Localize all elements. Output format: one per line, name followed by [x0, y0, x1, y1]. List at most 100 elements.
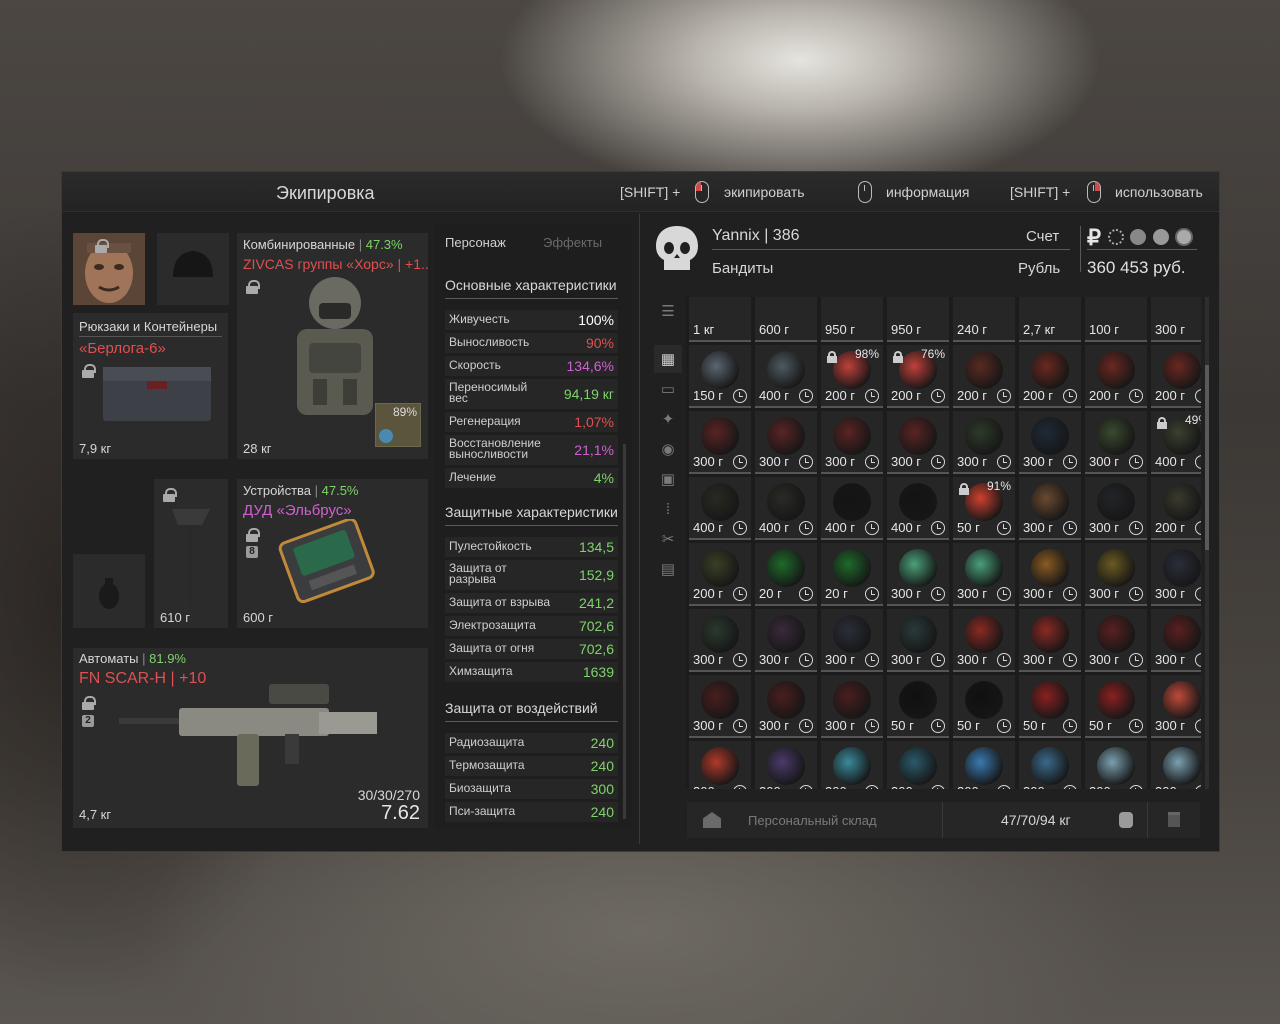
- storage-box-icon[interactable]: [703, 812, 721, 828]
- grenade-slot[interactable]: [73, 554, 145, 628]
- inventory-item[interactable]: 300 г: [755, 411, 817, 474]
- weapon-slot[interactable]: Автоматы | 81.9% FN SCAR-H | +10 2 30/30…: [73, 648, 428, 828]
- character-portrait[interactable]: [73, 233, 145, 305]
- inventory-item[interactable]: 20 г: [821, 543, 883, 606]
- category-list-icon[interactable]: ☰: [654, 297, 682, 325]
- category-device-icon[interactable]: ▣: [654, 465, 682, 493]
- inventory-item[interactable]: 200 г: [1151, 345, 1201, 408]
- tab-character[interactable]: Персонаж: [445, 235, 506, 250]
- inventory-item[interactable]: 1 кг: [689, 297, 751, 342]
- inventory-item[interactable]: 300 г: [755, 609, 817, 672]
- inventory-item[interactable]: 2,7 кг: [1019, 297, 1081, 342]
- category-armor-icon[interactable]: ▭: [654, 375, 682, 403]
- inventory-item[interactable]: 400 г: [887, 477, 949, 540]
- inventory-item[interactable]: 300 г: [1019, 411, 1081, 474]
- armor-container-badge: 89%: [375, 403, 421, 447]
- inventory-item[interactable]: 300 г: [1151, 675, 1201, 738]
- inventory-item[interactable]: 200 г: [953, 345, 1015, 408]
- armor-slot[interactable]: Комбинированные | 47.3% ZIVCAS группы «Х…: [237, 233, 429, 459]
- inventory-item[interactable]: 300 г: [755, 675, 817, 738]
- tab-effects[interactable]: Эффекты: [543, 235, 602, 250]
- inventory-item[interactable]: 300 г: [821, 675, 883, 738]
- inventory-item[interactable]: 240 г: [953, 297, 1015, 342]
- inventory-item[interactable]: 200 г: [1085, 345, 1147, 408]
- inventory-item[interactable]: 300 г: [1019, 543, 1081, 606]
- pine-currency-icon[interactable]: [1153, 229, 1169, 245]
- category-tools-icon[interactable]: ✂: [654, 525, 682, 553]
- inventory-item[interactable]: 300 г: [1085, 543, 1147, 606]
- player-name: Yannix: [712, 227, 760, 244]
- inventory-item[interactable]: 300 г: [689, 411, 751, 474]
- device-slot[interactable]: Устройства | 47.5% ДУД «Эльбрус» 8 600 г: [237, 479, 428, 628]
- inventory-item[interactable]: 300 г: [887, 609, 949, 672]
- inventory-item[interactable]: 300 г: [689, 741, 751, 789]
- container-slot[interactable]: Рюкзаки и Контейнеры «Берлога-6» 7,9 кг: [73, 313, 228, 459]
- inventory-item[interactable]: 50 г: [953, 675, 1015, 738]
- inventory-item[interactable]: 300 г: [1085, 411, 1147, 474]
- inventory-item[interactable]: 49% 400 г: [1151, 411, 1201, 474]
- inventory-item[interactable]: 400 г: [821, 477, 883, 540]
- flower-currency-icon[interactable]: [1130, 229, 1146, 245]
- inventory-item[interactable]: 300 г: [1151, 741, 1201, 789]
- gear-currency-icon[interactable]: [1108, 229, 1124, 245]
- inventory-item[interactable]: 50 г: [1019, 675, 1081, 738]
- inventory-item[interactable]: 300 г: [821, 411, 883, 474]
- category-weapon-icon[interactable]: ✦: [654, 405, 682, 433]
- scrollbar-thumb[interactable]: [1205, 365, 1209, 550]
- inventory-item[interactable]: 300 г: [953, 609, 1015, 672]
- inventory-item[interactable]: 300 г: [887, 411, 949, 474]
- inventory-item[interactable]: 300 г: [953, 741, 1015, 789]
- inventory-item[interactable]: 300 г: [1085, 609, 1147, 672]
- clock-icon: [865, 653, 879, 667]
- inventory-item[interactable]: 200 г: [1019, 345, 1081, 408]
- inventory-item[interactable]: 300 г: [1019, 741, 1081, 789]
- inventory-item[interactable]: 400 г: [755, 477, 817, 540]
- personal-storage-button[interactable]: Персональный склад: [748, 813, 877, 828]
- category-ammo-icon[interactable]: ⁞: [654, 495, 682, 523]
- inventory-item[interactable]: 200 г: [1151, 477, 1201, 540]
- inventory-item[interactable]: 300 г: [953, 411, 1015, 474]
- inventory-item[interactable]: 300 г: [953, 543, 1015, 606]
- inventory-item[interactable]: 50 г: [1085, 675, 1147, 738]
- inventory-item[interactable]: 150 г: [689, 345, 751, 408]
- ruble-icon[interactable]: ₽: [1087, 225, 1101, 251]
- inventory-scrollbar[interactable]: [1205, 297, 1209, 789]
- inventory-item[interactable]: 300 г: [1085, 477, 1147, 540]
- stat-row: Химзащита 1639: [445, 662, 618, 682]
- inventory-item[interactable]: 400 г: [689, 477, 751, 540]
- inventory-item[interactable]: 76% 200 г: [887, 345, 949, 408]
- inventory-item[interactable]: 300 г: [1019, 609, 1081, 672]
- inventory-item[interactable]: 300 г: [1019, 477, 1081, 540]
- helmet-slot[interactable]: [157, 233, 229, 305]
- category-artifact-icon[interactable]: ◉: [654, 435, 682, 463]
- inventory-item[interactable]: 100 г: [1085, 297, 1147, 342]
- inventory-item[interactable]: 200 г: [689, 543, 751, 606]
- category-misc-icon[interactable]: ▤: [654, 555, 682, 583]
- inventory-item[interactable]: 300 г: [1151, 297, 1201, 342]
- inventory-item[interactable]: 300 г: [1151, 543, 1201, 606]
- clock-icon: [931, 785, 945, 789]
- inventory-item[interactable]: 300 г: [821, 741, 883, 789]
- melee-slot[interactable]: 610 г: [154, 479, 228, 628]
- inventory-item[interactable]: 50 г: [887, 675, 949, 738]
- inventory-item[interactable]: 20 г: [755, 543, 817, 606]
- inventory-item[interactable]: 300 г: [689, 609, 751, 672]
- inventory-item[interactable]: 400 г: [755, 345, 817, 408]
- inventory-item[interactable]: 300 г: [821, 609, 883, 672]
- inventory-item[interactable]: 300 г: [689, 675, 751, 738]
- weapon-sep: |: [138, 651, 150, 666]
- trash-icon[interactable]: [1168, 812, 1180, 827]
- inventory-item[interactable]: 600 г: [755, 297, 817, 342]
- stats-scrollbar[interactable]: [623, 444, 626, 819]
- inventory-item[interactable]: 200 г: [755, 741, 817, 789]
- category-grid-icon[interactable]: ▦: [654, 345, 682, 373]
- inventory-item[interactable]: 300 г: [1085, 741, 1147, 789]
- inventory-item[interactable]: 91% 50 г: [953, 477, 1015, 540]
- emblem-currency-icon[interactable]: [1175, 228, 1193, 246]
- inventory-item[interactable]: 950 г: [821, 297, 883, 342]
- inventory-item[interactable]: 950 г: [887, 297, 949, 342]
- inventory-item[interactable]: 300 г: [887, 741, 949, 789]
- inventory-item[interactable]: 98% 200 г: [821, 345, 883, 408]
- inventory-item[interactable]: 300 г: [887, 543, 949, 606]
- inventory-item[interactable]: 300 г: [1151, 609, 1201, 672]
